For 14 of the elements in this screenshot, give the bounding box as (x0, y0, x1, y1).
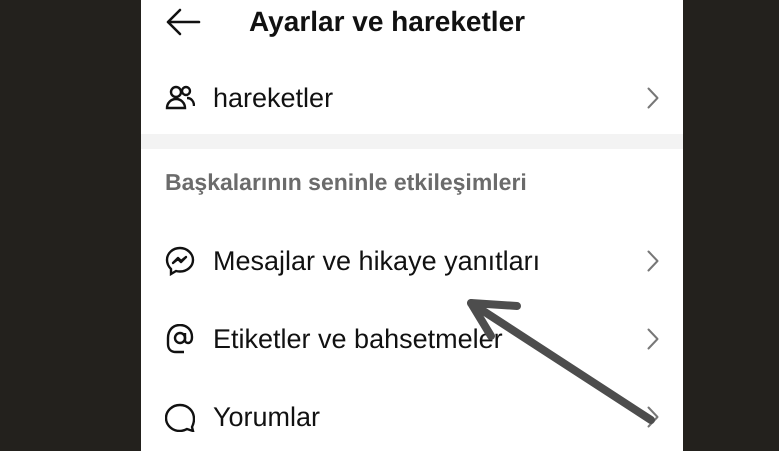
settings-row[interactable]: Etiketler ve bahsetmeler (141, 300, 683, 378)
comment-icon (165, 402, 195, 432)
chevron-icon (647, 250, 659, 272)
settings-row[interactable]: Mesajlar ve hikaye yanıtları (141, 222, 683, 300)
at-sign-icon (165, 324, 195, 354)
chevron-icon (647, 328, 659, 350)
section-heading: Başkalarının seninle etkileşimleri (164, 168, 528, 197)
chevron-icon (647, 87, 659, 109)
messenger-icon (165, 246, 195, 276)
back-icon[interactable] (165, 8, 201, 36)
chevron-icon (647, 406, 659, 428)
page-title: Ayarlar ve hareketler (249, 5, 526, 39)
settings-row[interactable]: hareketler (141, 62, 683, 134)
settings-row[interactable]: Yorumlar (141, 378, 683, 451)
